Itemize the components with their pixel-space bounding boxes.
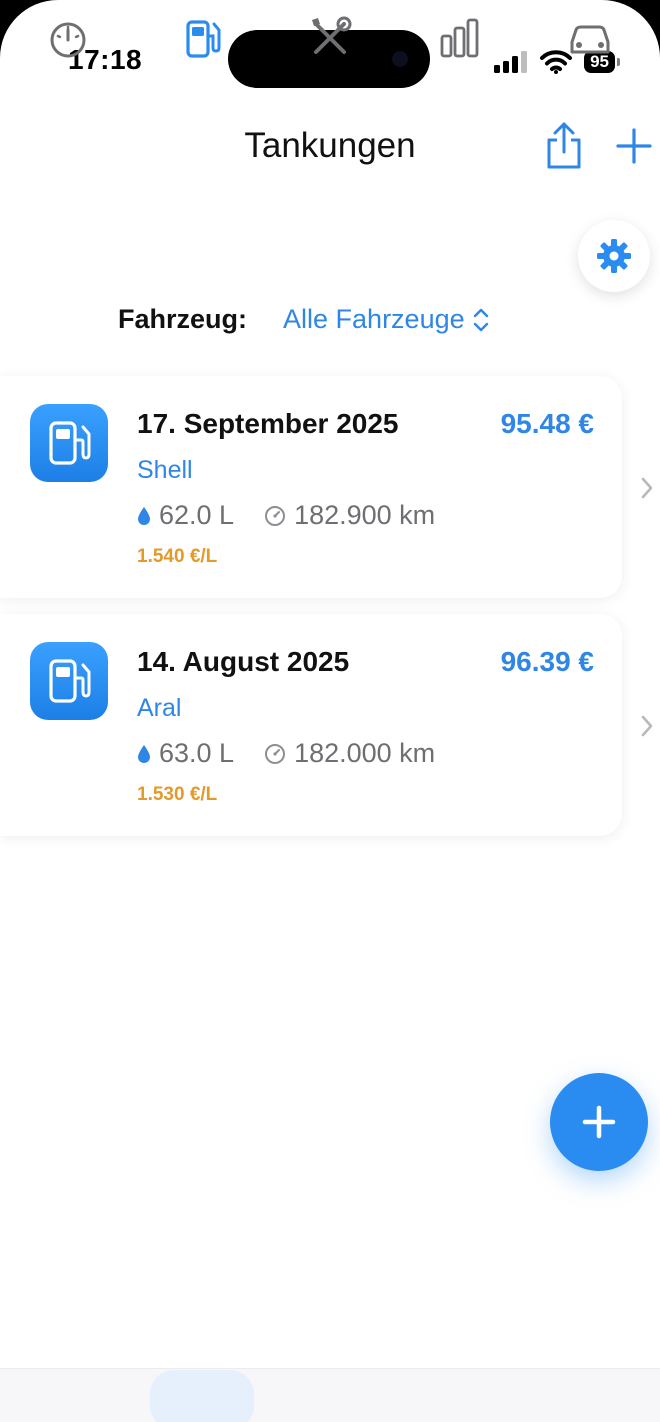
entry-odometer: 182.900 km	[294, 500, 436, 530]
settings-button[interactable]	[578, 220, 650, 292]
entry-price-per-liter: 1.530 €/L	[137, 784, 218, 805]
odometer-icon	[265, 743, 286, 764]
tools-icon	[312, 16, 352, 54]
add-entry-button[interactable]	[550, 1073, 648, 1171]
drop-icon	[138, 506, 150, 525]
bar-chart-icon	[440, 18, 479, 58]
screen: 17:18 95 Tankungen Fahrzeug: Alle Fahrze…	[0, 0, 660, 1422]
entry-liters: 63.0 L	[159, 738, 235, 768]
car-icon	[570, 25, 610, 54]
entry-stats: 62.0 L 182.900 km	[137, 500, 435, 531]
tab-refuels[interactable]	[178, 14, 226, 62]
entry-date: 14. August 2025	[137, 646, 350, 677]
tab-vehicles[interactable]	[566, 14, 614, 62]
vehicle-picker[interactable]: Alle Fahrzeuge	[283, 304, 489, 335]
tab-dashboard[interactable]	[44, 14, 92, 62]
entry-amount: 96.39 €	[500, 646, 594, 677]
fuel-pump-icon	[30, 642, 108, 720]
entry-station: Aral	[137, 694, 182, 722]
vehicle-picker-value: Alle Fahrzeuge	[283, 304, 465, 334]
gear-icon	[597, 239, 631, 273]
chevron-right-icon[interactable]	[640, 715, 654, 737]
plus-icon	[582, 1105, 616, 1139]
entry-station: Shell	[137, 456, 193, 484]
entry-odometer: 182.000 km	[294, 738, 436, 768]
entry-stats: 63.0 L 182.000 km	[137, 738, 435, 769]
chevron-right-icon[interactable]	[640, 477, 654, 499]
tab-bar	[0, 1368, 660, 1422]
drop-icon	[138, 744, 150, 763]
add-icon[interactable]	[614, 126, 654, 166]
tab-maintenance[interactable]	[306, 14, 354, 62]
vehicle-filter: Fahrzeug: Alle Fahrzeuge	[118, 304, 489, 335]
fuel-pump-icon	[186, 20, 221, 58]
refuel-entry-card[interactable]: 17. September 2025 95.48 € Shell 62.0 L …	[0, 376, 622, 598]
chevron-up-down-icon	[473, 308, 488, 331]
entry-liters: 62.0 L	[159, 500, 235, 530]
speedometer-icon	[50, 22, 86, 58]
tab-active-indicator	[150, 1370, 254, 1422]
refuel-entry-card[interactable]: 14. August 2025 96.39 € Aral 63.0 L 182.…	[0, 614, 622, 836]
filter-label: Fahrzeug:	[118, 304, 248, 334]
entry-amount: 95.48 €	[500, 408, 594, 439]
odometer-icon	[265, 505, 286, 526]
entry-date: 17. September 2025	[137, 408, 399, 439]
share-icon[interactable]	[544, 122, 584, 170]
fuel-pump-icon	[30, 404, 108, 482]
entry-price-per-liter: 1.540 €/L	[137, 546, 218, 567]
tab-statistics[interactable]	[436, 14, 484, 62]
cellular-signal-icon	[494, 51, 528, 73]
